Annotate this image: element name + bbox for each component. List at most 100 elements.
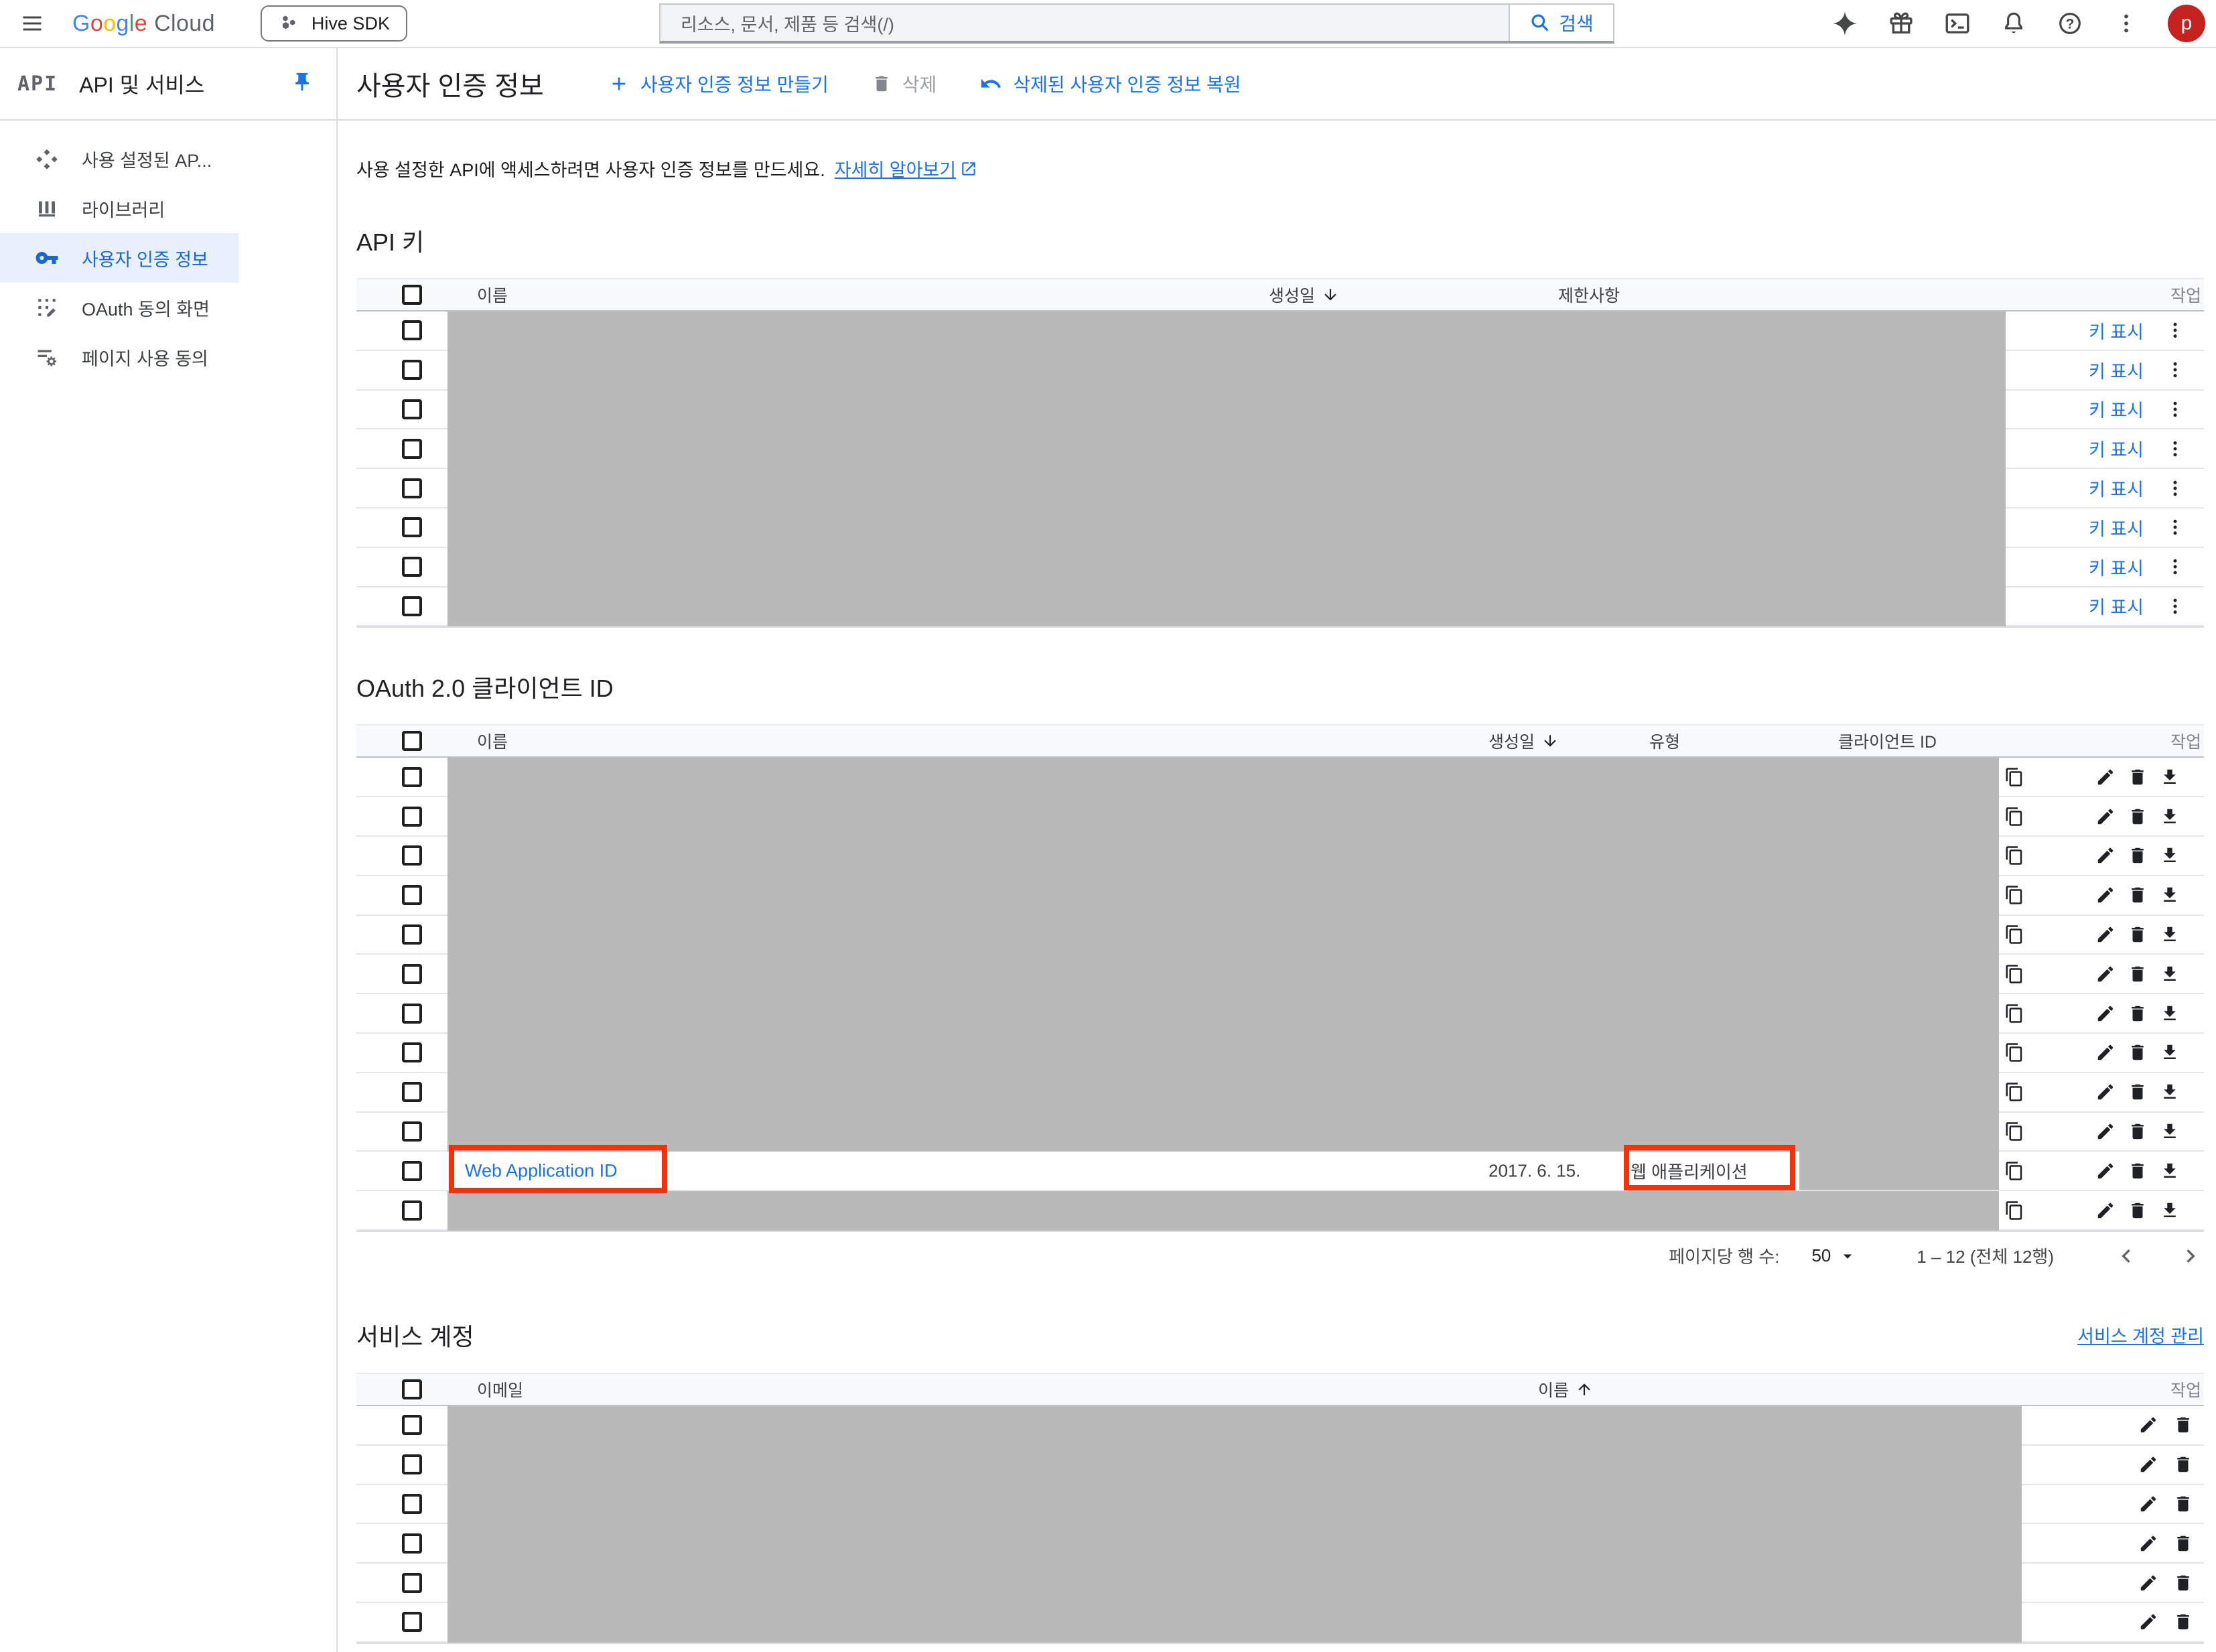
copy-client-id-icon[interactable] — [2004, 964, 2024, 984]
column-created[interactable]: 생성일 — [1269, 279, 1339, 310]
row-checkbox[interactable] — [402, 963, 422, 984]
download-icon[interactable] — [2160, 924, 2180, 945]
row-checkbox[interactable] — [402, 1160, 422, 1181]
download-icon[interactable] — [2160, 964, 2180, 984]
row-checkbox[interactable] — [402, 1493, 422, 1514]
avatar[interactable]: p — [2168, 5, 2205, 42]
row-checkbox[interactable] — [402, 320, 422, 341]
gemini-sparkle-icon[interactable] — [1830, 9, 1860, 38]
copy-client-id-icon[interactable] — [2004, 924, 2024, 945]
edit-icon[interactable] — [2095, 885, 2116, 905]
select-all-checkbox[interactable] — [402, 731, 422, 752]
menu-button[interactable] — [5, 0, 59, 48]
copy-client-id-icon[interactable] — [2004, 845, 2024, 866]
row-checkbox[interactable] — [402, 1200, 422, 1221]
edit-icon[interactable] — [2095, 845, 2116, 866]
delete-icon[interactable] — [2173, 1415, 2193, 1435]
delete-button[interactable]: 삭제 — [872, 70, 937, 97]
show-key-link[interactable]: 키 표시 — [2089, 318, 2144, 344]
column-restrictions[interactable]: 제한사항 — [1558, 279, 1620, 310]
row-checkbox[interactable] — [402, 517, 422, 538]
manage-service-accounts-link[interactable]: 서비스 계정 관리 — [2077, 1322, 2204, 1348]
download-icon[interactable] — [2160, 1082, 2180, 1102]
row-checkbox[interactable] — [402, 1415, 422, 1436]
copy-client-id-icon[interactable] — [2004, 1082, 2024, 1102]
gift-icon[interactable] — [1886, 9, 1916, 38]
notifications-bell-icon[interactable] — [1999, 9, 2028, 38]
row-checkbox[interactable] — [402, 1121, 422, 1142]
delete-icon[interactable] — [2173, 1612, 2193, 1632]
row-checkbox[interactable] — [402, 1003, 422, 1024]
show-key-link[interactable]: 키 표시 — [2089, 396, 2144, 422]
copy-client-id-icon[interactable] — [2004, 1004, 2024, 1024]
delete-icon[interactable] — [2128, 767, 2148, 787]
help-icon[interactable]: ? — [2055, 9, 2085, 38]
row-checkbox[interactable] — [402, 1454, 422, 1475]
copy-client-id-icon[interactable] — [2004, 885, 2024, 905]
row-checkbox[interactable] — [402, 806, 422, 827]
download-icon[interactable] — [2160, 1200, 2180, 1221]
row-checkbox[interactable] — [402, 845, 422, 866]
search-input[interactable]: 리소스, 문서, 제품 등 검색(/) — [660, 5, 1509, 41]
copy-client-id-icon[interactable] — [2004, 1121, 2024, 1142]
edit-icon[interactable] — [2095, 807, 2116, 827]
row-checkbox[interactable] — [402, 557, 422, 577]
select-all-checkbox[interactable] — [402, 285, 422, 305]
copy-client-id-icon[interactable] — [2004, 807, 2024, 827]
row-checkbox[interactable] — [402, 1612, 422, 1633]
edit-icon[interactable] — [2138, 1612, 2158, 1632]
delete-icon[interactable] — [2128, 1200, 2148, 1221]
copy-client-id-icon[interactable] — [2004, 1042, 2024, 1062]
row-more-vert-icon[interactable] — [2165, 360, 2185, 380]
sidebar-item-credentials[interactable]: 사용자 인증 정보 — [0, 233, 238, 283]
download-icon[interactable] — [2160, 1042, 2180, 1062]
delete-icon[interactable] — [2128, 1161, 2148, 1181]
pin-icon[interactable] — [291, 71, 314, 94]
row-checkbox[interactable] — [402, 478, 422, 498]
column-name[interactable]: 이름 — [477, 726, 508, 756]
edit-icon[interactable] — [2095, 1161, 2116, 1181]
column-type[interactable]: 유형 — [1649, 726, 1680, 756]
row-checkbox[interactable] — [402, 1533, 422, 1554]
delete-icon[interactable] — [2128, 964, 2148, 984]
edit-icon[interactable] — [2095, 1042, 2116, 1062]
sidebar-item-library[interactable]: 라이브러리 — [0, 184, 238, 233]
edit-icon[interactable] — [2095, 964, 2116, 984]
sidebar-item-page-consent[interactable]: 페이지 사용 동의 — [0, 332, 238, 382]
delete-icon[interactable] — [2128, 1042, 2148, 1062]
edit-icon[interactable] — [2095, 1200, 2116, 1221]
row-checkbox[interactable] — [402, 1082, 422, 1103]
delete-icon[interactable] — [2173, 1494, 2193, 1514]
row-checkbox[interactable] — [402, 360, 422, 381]
row-checkbox[interactable] — [402, 596, 422, 616]
show-key-link[interactable]: 키 표시 — [2089, 357, 2144, 383]
row-more-vert-icon[interactable] — [2165, 478, 2185, 498]
row-checkbox[interactable] — [402, 1572, 422, 1593]
delete-icon[interactable] — [2173, 1454, 2193, 1474]
show-key-link[interactable]: 키 표시 — [2089, 435, 2144, 462]
copy-client-id-icon[interactable] — [2004, 1161, 2024, 1181]
column-name[interactable]: 이름 — [477, 279, 508, 310]
download-icon[interactable] — [2160, 1161, 2180, 1181]
project-selector[interactable]: Hive SDK — [260, 5, 407, 42]
copy-client-id-icon[interactable] — [2004, 1200, 2024, 1221]
create-credentials-button[interactable]: 사용자 인증 정보 만들기 — [608, 70, 829, 97]
google-cloud-logo[interactable]: Google Cloud — [72, 11, 215, 37]
download-icon[interactable] — [2160, 885, 2180, 905]
row-more-vert-icon[interactable] — [2165, 557, 2185, 577]
edit-icon[interactable] — [2095, 1004, 2116, 1024]
prev-page-icon[interactable] — [2113, 1243, 2140, 1269]
row-checkbox[interactable] — [402, 438, 422, 459]
column-email[interactable]: 이메일 — [477, 1374, 523, 1405]
row-checkbox[interactable] — [402, 885, 422, 906]
edit-icon[interactable] — [2138, 1454, 2158, 1474]
row-more-vert-icon[interactable] — [2165, 320, 2185, 340]
edit-icon[interactable] — [2095, 1121, 2116, 1142]
show-key-link[interactable]: 키 표시 — [2089, 514, 2144, 541]
sidebar-item-oauth-consent[interactable]: OAuth 동의 화면 — [0, 283, 238, 332]
column-client-id[interactable]: 클라이언트 ID — [1838, 726, 1937, 756]
download-icon[interactable] — [2160, 767, 2180, 787]
restore-credentials-button[interactable]: 삭제된 사용자 인증 정보 복원 — [979, 70, 1241, 97]
delete-icon[interactable] — [2128, 1082, 2148, 1102]
row-checkbox[interactable] — [402, 1042, 422, 1063]
